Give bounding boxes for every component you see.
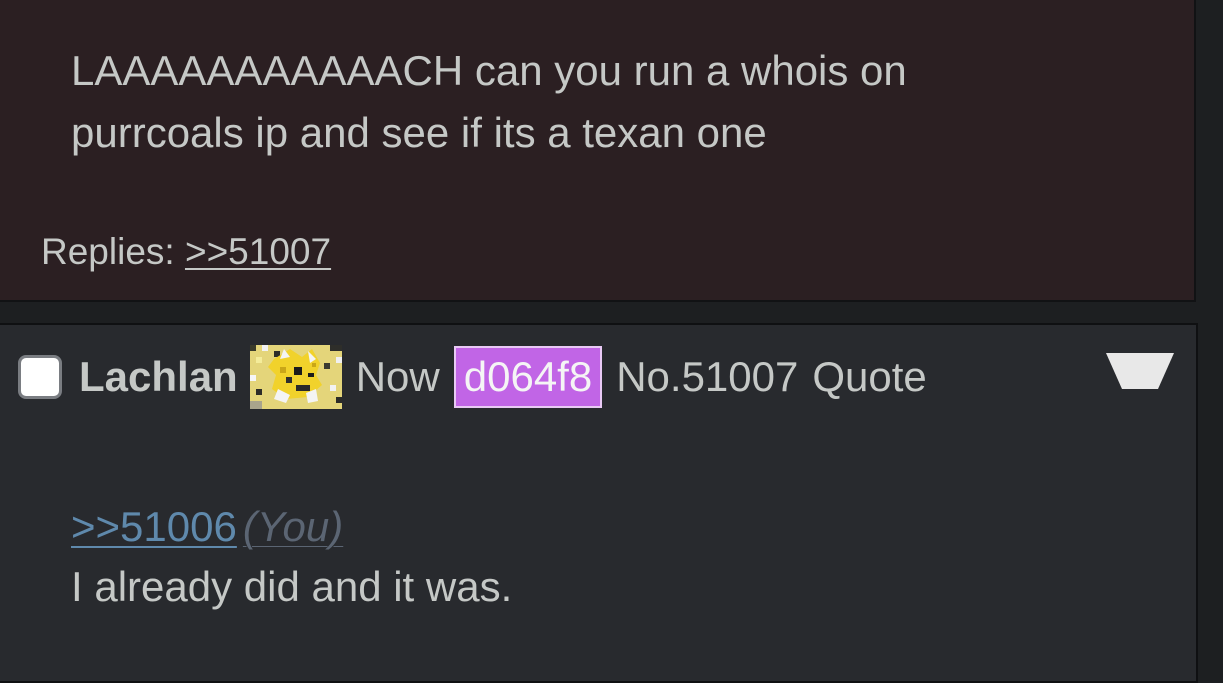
- quote-line: >>51006 (You): [71, 497, 512, 557]
- post-number[interactable]: No.51007: [616, 353, 798, 401]
- post-header: Lachlan Now d064f8 No.51007 Quote: [18, 345, 927, 409]
- you-marker: (You): [242, 503, 344, 550]
- post-body: >>51006 (You) I already did and it was.: [71, 497, 512, 617]
- replies-line: Replies: >>51007: [41, 228, 331, 276]
- post-select-checkbox[interactable]: [18, 355, 62, 399]
- quote-button[interactable]: Quote: [812, 353, 926, 401]
- current-post: Lachlan Now d064f8 No.51007 Quote >>5100…: [0, 323, 1198, 683]
- poster-id-badge[interactable]: d064f8: [453, 346, 603, 408]
- reply-backlink[interactable]: >>51007: [185, 231, 331, 272]
- poster-name: Lachlan: [79, 353, 238, 400]
- post-menu-dropdown-icon[interactable]: [1106, 353, 1174, 389]
- quote-link[interactable]: >>51006: [71, 503, 237, 550]
- pokemon-flag-icon: [249, 345, 342, 409]
- post-time: Now: [355, 353, 440, 400]
- post-message: I already did and it was.: [71, 563, 513, 610]
- replies-label: Replies:: [41, 231, 175, 272]
- previous-post: LAAAAAAAAAAACH can you run a whois on pu…: [0, 0, 1196, 302]
- post-message: LAAAAAAAAAAACH can you run a whois on pu…: [71, 47, 907, 156]
